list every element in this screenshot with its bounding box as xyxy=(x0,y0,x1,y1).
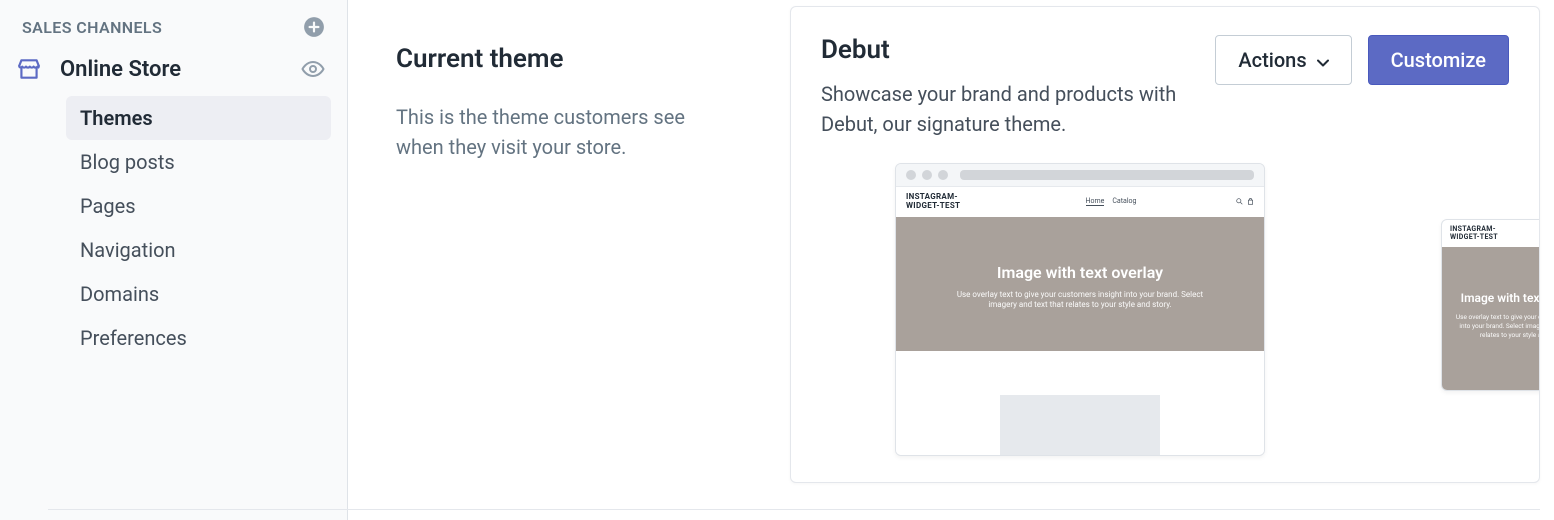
add-channel-icon[interactable] xyxy=(303,16,325,38)
search-icon xyxy=(1236,198,1243,205)
preview-hero-text: Use overlay text to give your customers … xyxy=(1452,313,1540,339)
sidebar-item-label: Preferences xyxy=(80,326,187,350)
card-header: Debut Showcase your brand and products w… xyxy=(821,35,1509,139)
window-dot-icon xyxy=(922,170,932,180)
sidebar-item-domains[interactable]: Domains xyxy=(66,272,331,316)
customize-button[interactable]: Customize xyxy=(1368,35,1509,85)
preview-mobile: INSTAGRAM-WIDGET-TEST Image with text ov… xyxy=(1441,219,1540,391)
preview-mobile-hero: Image with text overlay Use overlay text… xyxy=(1442,247,1540,389)
app-root: SALES CHANNELS Online Store xyxy=(0,0,1554,520)
customize-button-label: Customize xyxy=(1391,48,1486,72)
eye-icon[interactable] xyxy=(301,57,325,81)
preview-mobile-header: INSTAGRAM-WIDGET-TEST xyxy=(1442,220,1540,247)
sidebar-item-blog-posts[interactable]: Blog posts xyxy=(66,140,331,184)
window-dot-icon xyxy=(938,170,948,180)
section-heading: Current theme xyxy=(396,44,766,74)
channel-online-store[interactable]: Online Store xyxy=(16,50,331,92)
preview-hero-title: Image with text overlay xyxy=(910,263,1250,282)
preview-placeholder-icon xyxy=(1000,395,1160,455)
section-description: This is the theme customers see when the… xyxy=(396,102,736,162)
preview-nav-item: Catalog xyxy=(1112,197,1136,206)
preview-site-nav: Home Catalog xyxy=(1086,197,1137,206)
browser-toolbar xyxy=(896,164,1264,187)
sidebar-section-label: SALES CHANNELS xyxy=(22,18,162,37)
bag-icon xyxy=(1247,198,1254,205)
preview-site-header: INSTAGRAM-WIDGET-TEST Home Catalog xyxy=(896,187,1264,217)
actions-button-label: Actions xyxy=(1238,48,1306,72)
actions-button[interactable]: Actions xyxy=(1215,35,1351,85)
theme-preview: INSTAGRAM-WIDGET-TEST Home Catalog xyxy=(895,163,1435,463)
current-theme-card: Debut Showcase your brand and products w… xyxy=(790,6,1540,483)
preview-hero-text: Use overlay text to give your customers … xyxy=(950,290,1210,312)
section-content: Debut Showcase your brand and products w… xyxy=(790,0,1554,520)
channel-label: Online Store xyxy=(60,57,181,82)
sidebar-section-header: SALES CHANNELS xyxy=(16,12,331,50)
sidebar-subnav: Themes Blog posts Pages Navigation Domai… xyxy=(66,96,331,360)
preview-site-name: INSTAGRAM-WIDGET-TEST xyxy=(906,193,986,211)
sidebar-item-label: Domains xyxy=(80,282,159,306)
sidebar-item-navigation[interactable]: Navigation xyxy=(66,228,331,272)
main: Current theme This is the theme customer… xyxy=(348,0,1554,520)
window-dot-icon xyxy=(906,170,916,180)
sidebar-item-pages[interactable]: Pages xyxy=(66,184,331,228)
preview-hero: Image with text overlay Use overlay text… xyxy=(896,217,1264,352)
preview-site-name: INSTAGRAM-WIDGET-TEST xyxy=(1450,226,1520,241)
address-bar-icon xyxy=(960,170,1254,180)
sidebar-item-themes[interactable]: Themes xyxy=(66,96,331,140)
sidebar-item-preferences[interactable]: Preferences xyxy=(66,316,331,360)
section-intro: Current theme This is the theme customer… xyxy=(396,0,766,520)
caret-down-icon xyxy=(1317,48,1329,72)
store-icon xyxy=(16,56,42,82)
theme-description: Showcase your brand and products with De… xyxy=(821,79,1181,139)
preview-nav-item: Home xyxy=(1086,197,1105,206)
sidebar: SALES CHANNELS Online Store xyxy=(0,0,348,520)
preview-hero-title: Image with text overlay xyxy=(1452,291,1540,305)
sidebar-item-label: Pages xyxy=(80,194,136,218)
section-divider xyxy=(48,509,1540,510)
sidebar-item-label: Navigation xyxy=(80,238,176,262)
sidebar-item-label: Themes xyxy=(80,106,153,130)
theme-name: Debut xyxy=(821,35,1199,65)
sidebar-item-label: Blog posts xyxy=(80,150,175,174)
preview-desktop: INSTAGRAM-WIDGET-TEST Home Catalog xyxy=(895,163,1265,456)
preview-site-icons xyxy=(1236,198,1254,205)
